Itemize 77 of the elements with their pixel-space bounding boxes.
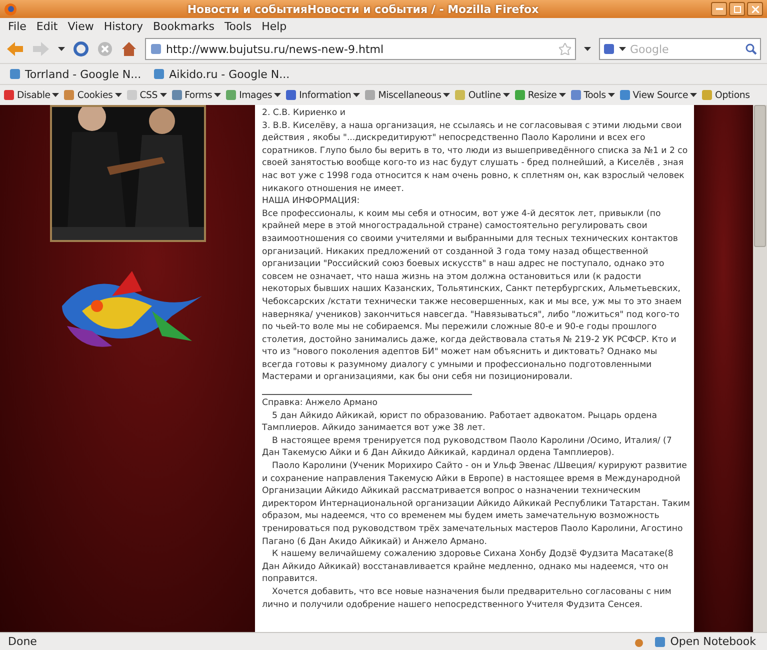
- window-title: Новости и событияНовости и события / - Mozilla Firefox: [186, 2, 540, 16]
- toolbar-icon: [364, 89, 376, 101]
- toolbar-menu-button[interactable]: Disable: [3, 89, 60, 101]
- toolbar-icon: [570, 89, 582, 101]
- menu-item[interactable]: File: [4, 20, 30, 33]
- article-paragraph: НАША ИНФОРМАЦИЯ:: [262, 195, 361, 208]
- toolbar-menu-button[interactable]: Tools: [570, 89, 615, 101]
- firefox-logo-icon: [4, 2, 17, 16]
- toolbar-menu-button[interactable]: Cookies: [63, 89, 122, 101]
- page-icon: [150, 43, 162, 55]
- search-icon[interactable]: [745, 43, 757, 55]
- toolbar-menu-button[interactable]: Forms: [170, 89, 222, 101]
- address-field[interactable]: http://www.bujutsu.ru/news-new-9.html: [145, 38, 576, 60]
- toolbar-menu-button[interactable]: Resize: [514, 89, 566, 101]
- menu-item[interactable]: History: [100, 20, 147, 33]
- maximize-icon: [734, 6, 740, 12]
- toolbar-menu-button[interactable]: Images: [225, 89, 282, 101]
- caret-icon: [52, 93, 60, 97]
- star-icon[interactable]: [559, 43, 571, 55]
- caret-icon: [353, 93, 360, 97]
- close-icon: [752, 6, 758, 12]
- menu-item[interactable]: Tools: [220, 20, 256, 33]
- toolbar-icon: [454, 89, 466, 101]
- back-arrow-icon[interactable]: [6, 41, 24, 57]
- toolbar-icon: [618, 89, 631, 101]
- search-bar[interactable]: Google: [599, 38, 761, 60]
- caret-icon: [443, 93, 450, 97]
- toolbar-icon: [701, 89, 714, 101]
- toolbar-icon: [225, 89, 238, 101]
- toolbar-menu-button[interactable]: CSS: [126, 89, 167, 101]
- toolbar-menu-button[interactable]: Outline: [454, 89, 510, 101]
- dropdown-caret-icon: [584, 47, 591, 51]
- toolbar-icon: [63, 89, 76, 101]
- article-paragraph: 3. В.В. Киселёву, а наша организация, не ссылаясь и не согласовывая с этими людьми свои действия , якобы "...дискредитируют" непосредственно Паоло Каролини и всех его соратников. Глупо было бы верить в то, что люди из вышеприведённого списка за №1 и 2 со своей занятостью вообще кого-то из нас будут слушать - бред полнейший, а Киселёв , зная нас вот уже с 1998 года относится к нам очень ровно, к сплетням он, как взрослый человек никакого отношения не имеет.: [262, 120, 689, 196]
- note-paragraph: Паоло Каролини (Ученик Морихиро Сайто - он и Ульф Эвенас /Швеция/ курируют развитие и сохранение направления Такемусю Айки в Европе) в настоящее время в Международной Организации Айкидо Айкикай рассматривается вопрос о назначении техническим директором Интернациональной организации Айкидо Айкикай Республики Татарстан. Таким образом, мы надеемся, что со временем мы будем иметь замечательную возможность тренироваться под руководством трёх замечательных мастеров Паоло Каролини, Агостино Пагано (6 Дан Акидо Айкикай) и Анжело Армано.: [262, 460, 690, 548]
- caret-icon: [558, 93, 566, 97]
- open-notebook-button[interactable]: Open Notebook: [651, 635, 759, 648]
- engine-caret-icon: [619, 47, 626, 51]
- bookmark-link[interactable]: Torrland - Google N...: [6, 68, 144, 80]
- history-caret-icon: [58, 47, 65, 51]
- note-paragraph: К нашему величайшему сожалению здоровье Сихана Хонбу Додзё Фудзита Масатаке(8 Дан Айкидо Айкикай) восстанавливается крайне медленно, однако мы надеемся, что он поправится.: [262, 548, 674, 586]
- scrollbar[interactable]: [753, 105, 767, 632]
- toolbar-icon: [285, 89, 298, 101]
- article-paragraph: 2. С.В. Кириенко и: [262, 107, 346, 120]
- caret-icon: [114, 93, 122, 97]
- caret-icon: [274, 93, 282, 97]
- status-text: Done: [8, 635, 38, 648]
- toolbar-icon: [514, 89, 526, 101]
- toolbar-menu-button[interactable]: Options: [701, 89, 750, 101]
- menu-item[interactable]: Bookmarks: [148, 20, 218, 33]
- menu-item[interactable]: Help: [258, 20, 291, 33]
- toolbar-icon: [3, 89, 15, 101]
- menu-item[interactable]: View: [64, 20, 98, 33]
- minimize-icon: [716, 8, 722, 10]
- note-paragraph: В настоящее время тренируется под руководством Паоло Каролини /Осимо, Италия/ (7 Дан Такемусю Айки и 6 Дан Айкидо Айкикай, кардинал ордена Тамплиеров).: [262, 434, 673, 460]
- home-icon[interactable]: [121, 41, 137, 57]
- note-paragraph: Справка: Анжело Армано: [262, 397, 378, 410]
- toolbar-menu-button[interactable]: View Source: [618, 89, 698, 101]
- note-paragraph: Хочется добавить, что все новые назначения были предварительно согласованы с ним лично и получили одобрение нашего непосредственного Учителя Фудзита Сенсея.: [262, 586, 672, 612]
- toolbar-menu-button[interactable]: Miscellaneous: [364, 89, 450, 101]
- caret-icon: [160, 93, 167, 97]
- maximize-button[interactable]: [729, 2, 745, 16]
- toolbar-icon: [126, 89, 138, 101]
- bookmark-link[interactable]: Aikido.ru - Google N...: [150, 68, 293, 80]
- caret-icon: [690, 93, 698, 97]
- toolbar-icon: [170, 89, 183, 101]
- close-button[interactable]: [747, 2, 763, 16]
- note-paragraph: 5 дан Айкидо Айкикай, юрист по образованию. Работает адвокатом. Рыцарь ордена Тамплиеров. Айкидо занимается вот уже 38 лет.: [262, 410, 658, 435]
- caret-icon: [502, 93, 510, 97]
- caret-icon: [214, 93, 222, 97]
- menu-item[interactable]: Edit: [32, 20, 62, 33]
- toolbar-menu-button[interactable]: Information: [285, 89, 360, 101]
- reload-icon[interactable]: [73, 41, 89, 57]
- caret-icon: [608, 93, 615, 97]
- article-paragraph: Все профессионалы, к коим мы себя и относим, вот уже 4-й десяток лет, привыкли (по крайней мере в этой многострадальной стране) самостоятельно регулировать свои взаимоотношения со своими учителями и выбранными для тесных технических контактов организаций. Никаких предложений от созданной 3 года тому назад общественной организации "Российский союз боевых искусств" в наш адрес не поступало, однако это совсем не означает, что наша жизнь на этом должна остановиться или (к радости некоторых бывших наших Казанских, Тольятинских, Санкт петербургских, Альметьевских, Чебоксарских /кстати технически также несовершенных, как и мы все, уж мы то это знаем наверняка/ учеников) закончиться навсегда. "Навязываться", либо "ложиться" под кого-то по чьей-то воле мы не собираемся. Мы пережили сложные 80-е и 90-е годы прошлого столетия, достойно занимались даже, когда действовала статья № 219-2 УК РСФСР. Кто и что из "нового поколения адептов БИ" может нам объяснить и диктовать? Однако мы всегда готовы к разумному диалогу с умными и профессионально подготовленными Мастерами и организациями, как бы они себя ни позиционировали.: [262, 208, 683, 384]
- search-engine-icon: [603, 43, 615, 55]
- minimize-button[interactable]: [711, 2, 727, 16]
